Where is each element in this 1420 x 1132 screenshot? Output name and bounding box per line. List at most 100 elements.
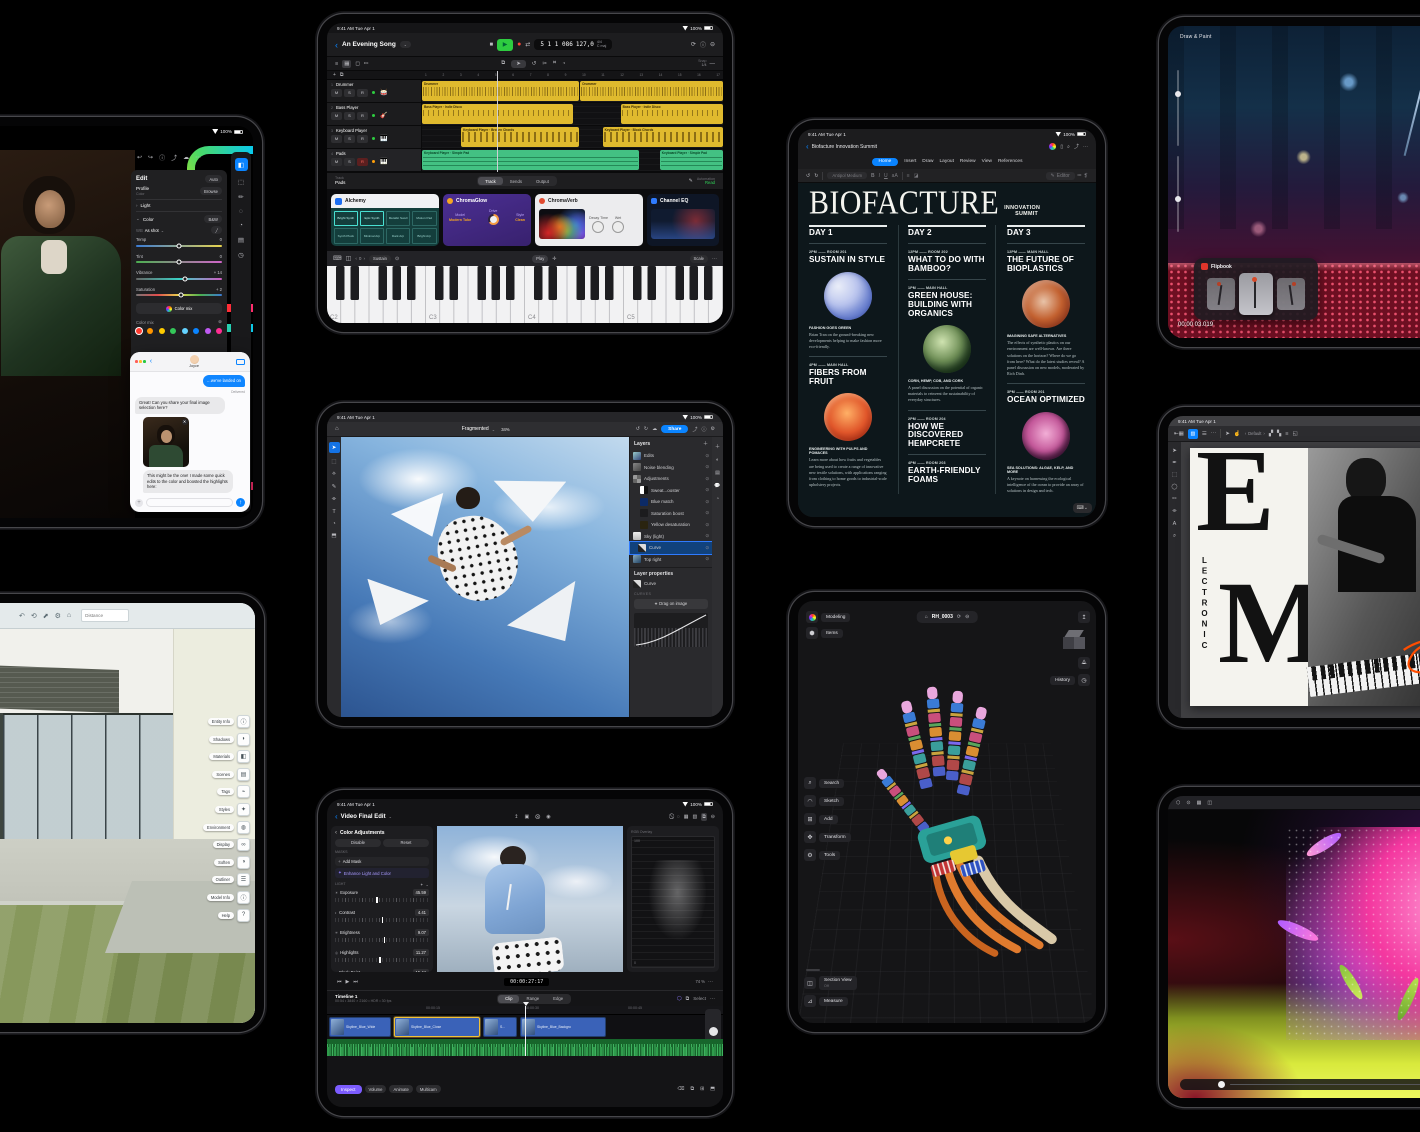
- soften-icon[interactable]: ◑: [237, 856, 250, 869]
- wb-value[interactable]: As shot: [145, 228, 159, 233]
- tags-icon[interactable]: ⌁: [237, 785, 250, 798]
- param-value[interactable]: Modern Tube: [449, 218, 471, 222]
- collapse-icon[interactable]: ⊖: [965, 614, 969, 620]
- visibility-icon[interactable]: ⊙: [705, 545, 709, 551]
- color-mix-button[interactable]: Color mix: [136, 303, 222, 314]
- align-button[interactable]: ≡: [907, 173, 910, 179]
- multicam-button[interactable]: Multicam: [416, 1085, 441, 1093]
- viewer[interactable]: [437, 826, 623, 972]
- environment-icon[interactable]: ◍: [237, 821, 250, 834]
- versions-icon[interactable]: ◷: [238, 251, 244, 259]
- layer-row[interactable]: Blue match⊙: [630, 496, 712, 508]
- lasso-tool-icon[interactable]: ⟡: [332, 471, 336, 478]
- stop-icon[interactable]: ■: [489, 42, 493, 48]
- grid-icon[interactable]: ▦: [1197, 800, 1202, 806]
- slider-value[interactable]: 45.59: [413, 889, 429, 896]
- outliner-icon[interactable]: ☰: [237, 873, 250, 886]
- brush-tool-icon[interactable]: ✎: [332, 484, 337, 490]
- piano-keyboard[interactable]: C2 C3 C4 C5: [327, 266, 723, 323]
- tool-sketch[interactable]: ◠Sketch: [804, 795, 851, 807]
- redo-icon[interactable]: ↻: [644, 426, 648, 432]
- camera-icon[interactable]: ▣: [524, 814, 529, 820]
- back-icon[interactable]: ‹: [806, 142, 809, 151]
- share-icon[interactable]: ⤴: [1074, 143, 1079, 150]
- plugin-chromaverb[interactable]: ChromaVerb Decay Time Wet: [535, 194, 643, 246]
- heal-icon[interactable]: ◌: [239, 208, 243, 215]
- layer-row[interactable]: Sky (light)⊙: [630, 531, 712, 543]
- document-pill[interactable]: ⌂ RH_0003 ⟳ ⊖: [917, 611, 978, 623]
- move-tool-icon[interactable]: ➤: [1172, 448, 1177, 454]
- mute-button[interactable]: M: [331, 158, 342, 166]
- plugin-alchemy[interactable]: Alchemy Bright Synth Epic Synth Metallic…: [331, 194, 439, 246]
- pencil-icon[interactable]: ✏: [364, 61, 369, 67]
- materials-icon[interactable]: ◧: [237, 750, 250, 763]
- sidebar-row[interactable]: Scenes▤: [203, 768, 250, 781]
- view-cube[interactable]: [1062, 628, 1086, 652]
- next-frame-icon[interactable]: ⏭: [353, 979, 358, 985]
- slider-handle[interactable]: [384, 937, 385, 943]
- octave-down-icon[interactable]: ‹: [355, 256, 357, 261]
- style-prev-icon[interactable]: ‹: [1245, 431, 1246, 436]
- send-button[interactable]: ↑: [236, 498, 245, 507]
- color-dot-orange[interactable]: [147, 328, 153, 334]
- close-dot[interactable]: [135, 360, 138, 363]
- plugin-channeleq[interactable]: Channel EQ: [647, 194, 719, 246]
- tab-insert[interactable]: Insert: [904, 159, 916, 164]
- record-enable-button[interactable]: R: [357, 158, 368, 166]
- pan-icon[interactable]: ⬈: [43, 612, 49, 620]
- shape-tool-icon[interactable]: ⬒: [331, 533, 336, 539]
- home-icon[interactable]: ⌂: [925, 614, 928, 620]
- dismiss-keyboard-icon[interactable]: ⌨⌄: [1073, 503, 1092, 513]
- paragraph-button[interactable]: ❡: [1084, 173, 1088, 179]
- tab-review[interactable]: Review: [960, 159, 976, 164]
- solo-button[interactable]: S: [344, 135, 355, 143]
- browse-button[interactable]: Browse: [200, 187, 222, 195]
- preset-cell[interactable]: Motion Pad: [412, 211, 437, 227]
- visibility-icon[interactable]: ⊙: [705, 533, 709, 539]
- lock-icon[interactable]: ⊙: [395, 256, 399, 262]
- octave-up-icon[interactable]: ›: [363, 256, 365, 261]
- color-dot-purple[interactable]: [205, 328, 211, 334]
- color-dot-pink[interactable]: [216, 328, 222, 334]
- brush-icon[interactable]: ✏: [238, 193, 243, 201]
- region-keys-2[interactable]: Keyboard Player · Block Chords: [603, 127, 723, 147]
- back-icon[interactable]: ‹: [150, 358, 152, 365]
- inspect-button[interactable]: Inspect: [335, 1085, 362, 1094]
- mute-button[interactable]: M: [331, 89, 342, 97]
- sidebar-row[interactable]: Shadows◗: [203, 733, 250, 746]
- curve-graph[interactable]: [634, 613, 708, 647]
- align-icon[interactable]: ≡: [1285, 431, 1288, 437]
- preset-cell[interactable]: Epic Synth: [360, 211, 385, 227]
- tab-output[interactable]: Output: [529, 177, 556, 185]
- frame-tool-icon[interactable]: ⬚: [1172, 472, 1177, 478]
- lcd-display[interactable]: 5 1 1 086 127,0 4/4 C maj: [534, 39, 612, 51]
- photo-attachment[interactable]: ✕: [143, 417, 189, 467]
- connect-icon[interactable]: ⬡: [677, 996, 682, 1002]
- device-icon[interactable]: ▯: [1060, 144, 1063, 150]
- layer-row-selected[interactable]: Curve⊙: [630, 542, 712, 554]
- max-dot[interactable]: [143, 360, 146, 363]
- automation-mode[interactable]: Read: [697, 181, 715, 186]
- message-input[interactable]: [146, 498, 233, 507]
- close-icon[interactable]: ⊗: [218, 319, 222, 325]
- edit-mode-toggle[interactable]: Clip Range Edge: [497, 994, 571, 1004]
- visibility-icon[interactable]: ⊙: [705, 476, 709, 482]
- overlay-icon[interactable]: ⧉: [701, 813, 707, 821]
- record-icon[interactable]: ◉: [546, 814, 550, 820]
- temp-track[interactable]: [136, 245, 222, 247]
- wet-knob[interactable]: [612, 221, 624, 233]
- tab-view[interactable]: View: [982, 159, 992, 164]
- plugin-chromaglow[interactable]: ChromaGlow ModelModern Tube Drive StyleC…: [443, 194, 531, 246]
- sidebar-row[interactable]: Environment◍: [203, 821, 250, 834]
- add-layer-icon[interactable]: ＋: [703, 440, 708, 447]
- items-menu[interactable]: Items: [821, 629, 843, 638]
- crop-tool-icon[interactable]: ⌯: [1172, 508, 1176, 515]
- crop-icon[interactable]: ⬚: [238, 178, 244, 186]
- contact-block[interactable]: Joyce: [189, 355, 199, 369]
- timeline-scrubber[interactable]: [1180, 1079, 1420, 1090]
- tab-layout[interactable]: Layout: [940, 159, 954, 164]
- history-clock-icon[interactable]: ◷: [1078, 674, 1090, 686]
- flip-h-icon[interactable]: ▞: [1269, 431, 1273, 437]
- plus-button[interactable]: +: [135, 499, 143, 507]
- media-icon[interactable]: ▨: [692, 814, 697, 820]
